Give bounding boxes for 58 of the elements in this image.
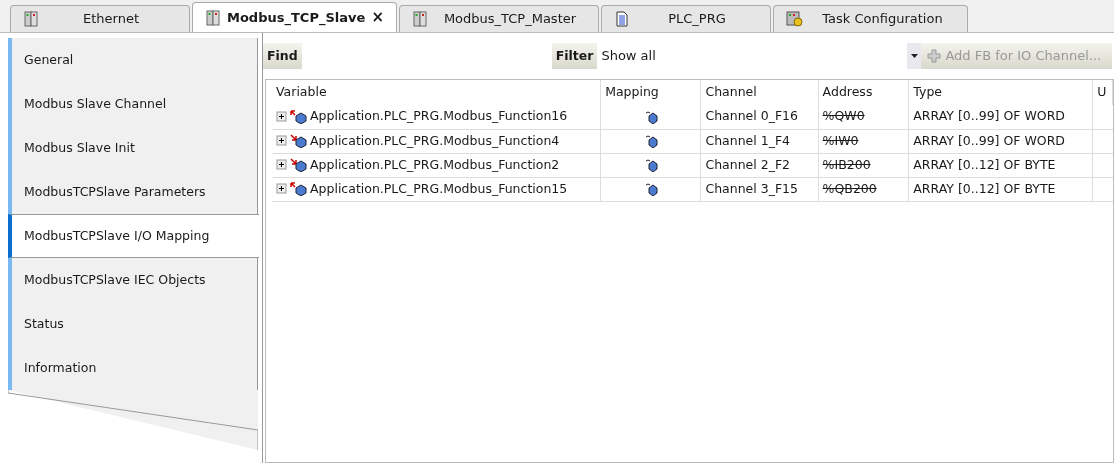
table-cell: Channel 1_F4 xyxy=(700,129,819,153)
tab-label: PLC_PRG xyxy=(667,10,727,29)
device-icon xyxy=(205,9,221,26)
plus-icon xyxy=(927,49,942,63)
column-header[interactable]: Mapping xyxy=(600,80,701,105)
filter-label: Filter xyxy=(551,43,598,69)
table-cell: %QW0 xyxy=(818,105,909,129)
column-header[interactable]: U xyxy=(1092,80,1113,105)
tab-label: Modbus_TCP_Slave xyxy=(227,8,366,28)
editor-tab[interactable]: Task Configuration xyxy=(773,5,968,32)
table-cell: %IB200 xyxy=(818,153,909,177)
variable-name: Application.PLC_PRG.Modbus_Function16 xyxy=(310,107,568,126)
sidebar-item[interactable]: ModbusTCPSlave IEC Objects xyxy=(8,258,258,302)
caret-icon xyxy=(907,43,922,69)
tab-label: Ethernet xyxy=(82,10,140,29)
document-icon xyxy=(614,11,630,27)
expand-icon[interactable] xyxy=(276,110,288,123)
expand-icon[interactable] xyxy=(276,159,288,171)
sidebar-item[interactable]: ModbusTCPSlave Parameters xyxy=(8,170,258,214)
table-cell: Channel 3_F15 xyxy=(700,177,819,201)
task-icon xyxy=(786,11,804,27)
device-icon xyxy=(412,11,428,27)
column-header[interactable]: Variable xyxy=(272,80,601,105)
device-icon xyxy=(23,11,39,27)
editor-tab[interactable]: PLC_PRG xyxy=(601,5,771,32)
variable-icon xyxy=(290,109,308,124)
tab-label: Task Configuration xyxy=(821,10,944,29)
close-icon[interactable]: × xyxy=(371,6,384,29)
variable-name: Application.PLC_PRG.Modbus_Function2 xyxy=(310,155,560,174)
sidebar-item[interactable]: Modbus Slave Channel xyxy=(8,82,258,126)
table-cell: %QB200 xyxy=(818,177,909,201)
sidebar-item[interactable]: Modbus Slave Init xyxy=(8,126,258,170)
sidebar-item[interactable]: Status xyxy=(8,302,258,346)
table-cell: ARRAY [0..99] OF WORD xyxy=(908,105,1093,129)
column-header[interactable]: Channel xyxy=(700,80,819,105)
variable-icon xyxy=(290,182,308,196)
table-cell: ARRAY [0..12] OF BYTE xyxy=(908,153,1093,177)
table-cell: ARRAY [0..99] OF WORD xyxy=(908,129,1093,153)
editor-tab[interactable]: Modbus_TCP_Slave × xyxy=(192,2,397,32)
editor-tab[interactable]: Ethernet xyxy=(10,5,190,32)
find-label: Find xyxy=(263,43,302,69)
variable-icon xyxy=(290,134,308,148)
expand-icon[interactable] xyxy=(276,183,288,195)
column-header[interactable]: Address xyxy=(818,80,909,105)
sidebar-item[interactable]: ModbusTCPSlave I/O Mapping xyxy=(8,214,259,258)
table-cell: %IW0 xyxy=(818,129,909,153)
tab-label: Modbus_TCP_Master xyxy=(442,10,578,29)
table-cell: Channel 0_F16 xyxy=(700,105,819,129)
variable-name: Application.PLC_PRG.Modbus_Function15 xyxy=(310,179,568,198)
column-header[interactable]: Type xyxy=(908,80,1093,105)
table-cell: ARRAY [0..12] OF BYTE xyxy=(908,177,1093,201)
variable-icon xyxy=(290,158,308,172)
editor-tab[interactable]: Modbus_TCP_Master xyxy=(399,5,599,32)
table-cell: Channel 2_F2 xyxy=(700,153,819,177)
sidebar-item[interactable]: General xyxy=(8,38,258,82)
variable-name: Application.PLC_PRG.Modbus_Function4 xyxy=(310,131,560,150)
sidebar-item[interactable]: Information xyxy=(8,346,258,390)
expand-icon[interactable] xyxy=(276,135,288,147)
